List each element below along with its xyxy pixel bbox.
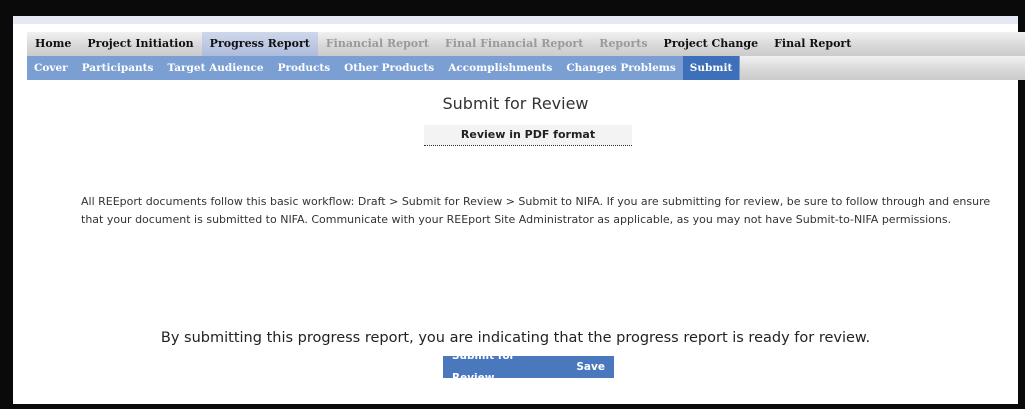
- nav-final-financial-report: Final Financial Report: [445, 37, 584, 50]
- tab-products[interactable]: Products: [271, 56, 338, 80]
- submit-statement: By submitting this progress report, you …: [160, 330, 871, 346]
- secondary-nav-bar: Cover Participants Target Audience Produ…: [27, 56, 740, 80]
- nav-reports: Reports: [599, 37, 648, 50]
- primary-nav: Home Project Initiation Progress Report …: [27, 32, 1025, 56]
- tab-participants[interactable]: Participants: [75, 56, 161, 80]
- submit-for-review-button[interactable]: Submit for Review: [443, 345, 567, 389]
- review-pdf-link[interactable]: Review in PDF format: [424, 125, 632, 146]
- page-title: Submit for Review: [442, 94, 589, 113]
- window-frame-top: [0, 0, 1025, 16]
- nav-project-change[interactable]: Project Change: [656, 32, 767, 56]
- action-button-bar: Submit for Review Save: [443, 350, 614, 384]
- header-strip: [13, 16, 1018, 24]
- nav-progress-report[interactable]: Progress Report: [201, 32, 318, 56]
- save-button[interactable]: Save: [567, 356, 614, 378]
- tab-other-products[interactable]: Other Products: [337, 56, 441, 80]
- tab-changes-problems[interactable]: Changes Problems: [559, 56, 682, 80]
- nav-financial-report: Financial Report: [325, 37, 429, 50]
- main-content: Home Project Initiation Progress Report …: [13, 24, 1025, 404]
- window-frame-bottom: [0, 404, 1025, 409]
- tab-cover[interactable]: Cover: [27, 56, 75, 80]
- tab-accomplishments[interactable]: Accomplishments: [441, 56, 559, 80]
- workflow-description: All REEport documents follow this basic …: [81, 195, 991, 226]
- secondary-nav: Cover Participants Target Audience Produ…: [27, 56, 1025, 80]
- tab-target-audience[interactable]: Target Audience: [160, 56, 270, 80]
- tab-submit[interactable]: Submit: [682, 56, 740, 80]
- nav-final-report[interactable]: Final Report: [766, 32, 859, 56]
- nav-home[interactable]: Home: [27, 32, 79, 56]
- nav-project-initiation[interactable]: Project Initiation: [79, 32, 201, 56]
- window-frame-left: [0, 0, 13, 409]
